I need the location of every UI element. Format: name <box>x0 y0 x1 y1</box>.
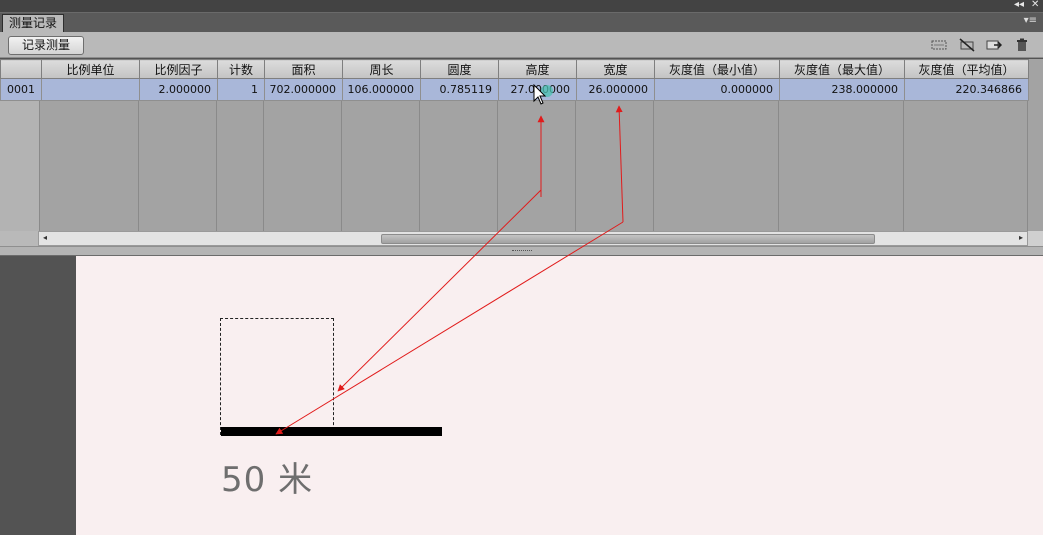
canvas-gutter <box>0 256 76 535</box>
select-data-points-icon[interactable] <box>931 38 947 52</box>
scale-label: 50 米 <box>221 460 314 500</box>
column-header-count[interactable]: 计数 <box>217 59 265 79</box>
table-header-row: 比例单位 比例因子 计数 面积 周长 圆度 高度 宽度 灰度值（最小值） 灰度值… <box>0 59 1029 79</box>
double-chevron-left-icon[interactable]: ◂◂ <box>1014 0 1024 11</box>
column-gridlines <box>0 100 1043 231</box>
scrollbar-thumb[interactable] <box>381 234 875 244</box>
table-cell[interactable]: 220.346866 <box>904 78 1029 101</box>
column-header-area[interactable]: 面积 <box>264 59 343 79</box>
close-icon[interactable]: ✕ <box>1031 0 1039 11</box>
horizontal-scrollbar[interactable]: ◂ ▸ <box>38 231 1028 246</box>
export-icon[interactable] <box>986 38 1002 52</box>
scroll-right-icon[interactable]: ▸ <box>1019 233 1023 242</box>
panel-menu-icon[interactable]: ▾≡ <box>1024 15 1037 26</box>
measurement-table: 比例单位 比例因子 计数 面积 周长 圆度 高度 宽度 灰度值（最小值） 灰度值… <box>0 59 1043 231</box>
scroll-left-icon[interactable]: ◂ <box>43 233 47 242</box>
table-cell[interactable] <box>41 78 140 101</box>
scrollbar-corner <box>1028 231 1043 246</box>
column-header-scale-unit[interactable]: 比例单位 <box>41 59 140 79</box>
splitter-grip-icon[interactable] <box>512 250 532 252</box>
column-header-height[interactable]: 高度 <box>498 59 577 79</box>
toolbar: 记录测量 <box>0 32 1043 58</box>
trash-icon[interactable] <box>1014 38 1030 52</box>
table-cell[interactable]: 2.000000 <box>139 78 218 101</box>
column-header-perimeter[interactable]: 周长 <box>342 59 421 79</box>
scrollbar-left-pad <box>0 231 38 246</box>
delete-data-points-icon[interactable] <box>959 38 975 52</box>
column-header-scale-factor[interactable]: 比例因子 <box>139 59 218 79</box>
column-header-width[interactable]: 宽度 <box>576 59 655 79</box>
measurement-grid: 比例单位 比例因子 计数 面积 周长 圆度 高度 宽度 灰度值（最小值） 灰度值… <box>0 59 1029 101</box>
column-header-gray-min[interactable]: 灰度值（最小值） <box>654 59 780 79</box>
table-cell[interactable]: 1 <box>217 78 265 101</box>
panel-header: 测量记录 ▾≡ <box>0 12 1043 33</box>
table-row[interactable]: 0001 2.000000 1 702.000000 106.000000 0.… <box>0 78 1029 101</box>
marquee-selection[interactable] <box>220 318 334 435</box>
panel-dock-strip: ◂◂ ✕ <box>0 0 1043 12</box>
table-cell[interactable]: 106.000000 <box>342 78 421 101</box>
table-cell[interactable]: 238.000000 <box>779 78 905 101</box>
panel-splitter[interactable] <box>0 246 1043 256</box>
table-cell-id[interactable]: 0001 <box>0 78 42 101</box>
record-measurements-button[interactable]: 记录测量 <box>8 36 84 55</box>
panel-tab-measurement-log[interactable]: 测量记录 <box>2 14 65 33</box>
column-header-gray-mean[interactable]: 灰度值（平均值） <box>904 59 1029 79</box>
table-cell[interactable]: 0.785119 <box>420 78 499 101</box>
column-header-circularity[interactable]: 圆度 <box>420 59 499 79</box>
table-cell[interactable]: 702.000000 <box>264 78 343 101</box>
mouse-cursor-icon <box>533 84 553 105</box>
table-cell-width[interactable]: 26.000000 <box>576 78 655 101</box>
column-header-gray-max[interactable]: 灰度值（最大值） <box>779 59 905 79</box>
table-cell[interactable]: 0.000000 <box>654 78 780 101</box>
column-header[interactable] <box>0 59 42 79</box>
scale-bar <box>221 427 442 436</box>
